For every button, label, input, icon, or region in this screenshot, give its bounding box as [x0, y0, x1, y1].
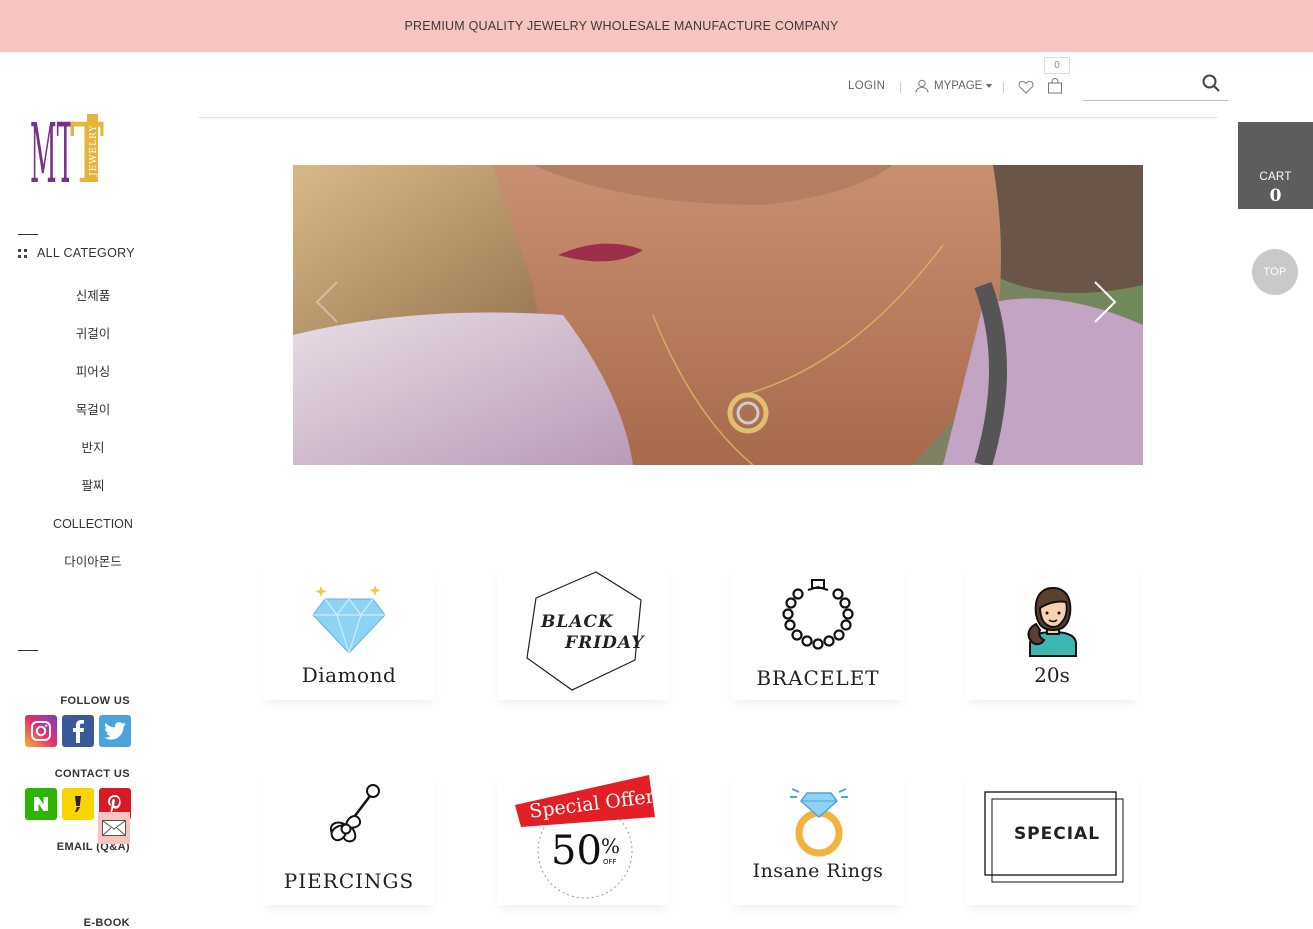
special-offer-icon: Special Offer 50 % OFF: [515, 775, 655, 899]
shopping-bag-icon[interactable]: [1047, 78, 1063, 94]
tile-special[interactable]: SPECIAL: [966, 771, 1138, 905]
login-link[interactable]: LOGIN: [848, 80, 885, 92]
tile-special-offer[interactable]: Special Offer 50 % OFF: [497, 771, 669, 905]
tile-black-friday-line1: BLACK: [541, 612, 614, 632]
tile-20s-label: 20s: [1034, 663, 1070, 687]
category-item-ring[interactable]: 반지: [0, 429, 186, 467]
diamond-icon: [312, 585, 386, 655]
tile-special-label: SPECIAL: [1013, 824, 1101, 844]
tile-black-friday[interactable]: BLACK FRIDAY: [497, 566, 669, 700]
hero-banner-image[interactable]: [293, 165, 1143, 465]
facebook-icon[interactable]: [62, 715, 94, 747]
category-list: 신제품 귀걸이 피어싱 목걸이 반지 팔찌 COLLECTION 다이아몬드: [0, 277, 186, 581]
follow-icons: [25, 715, 131, 747]
header-divider: [198, 117, 1218, 118]
next-arrow-icon[interactable]: [1093, 280, 1117, 324]
ebook-label[interactable]: E-BOOK: [0, 917, 130, 929]
category-item-new[interactable]: 신제품: [0, 277, 186, 315]
mt-jewelry-logo[interactable]: MT T JEWELRY: [30, 110, 114, 186]
tile-piercings[interactable]: PIERCINGS: [263, 771, 435, 905]
bag-count-badge: 0: [1044, 57, 1070, 74]
banner-photo: [293, 165, 1143, 465]
follow-us-label: FOLLOW US: [60, 695, 130, 707]
logo-side-text: JEWELRY: [89, 125, 99, 177]
category-item-earrings[interactable]: 귀걸이: [0, 315, 186, 353]
ring-icon: [790, 788, 848, 857]
cart-count: 0: [1269, 186, 1282, 206]
kakao-icon[interactable]: [62, 788, 94, 820]
announcement-text: PREMIUM QUALITY JEWELRY WHOLESALE MANUFA…: [404, 19, 839, 33]
woman-avatar-icon: [1027, 586, 1077, 657]
cart-label: CART: [1259, 171, 1292, 183]
search-icon[interactable]: [1202, 74, 1220, 92]
caret-down-icon: [986, 84, 993, 88]
prev-arrow-icon[interactable]: [315, 280, 339, 324]
category-item-piercing[interactable]: 피어싱: [0, 353, 186, 391]
announcement-bar: PREMIUM QUALITY JEWELRY WHOLESALE MANUFA…: [0, 0, 1313, 52]
user-icon: [915, 79, 929, 93]
mail-icon: [102, 820, 126, 836]
heart-icon[interactable]: [1018, 80, 1034, 94]
tile-20s[interactable]: 20s: [966, 566, 1138, 700]
sidebar: MT T JEWELRY ALL CATEGORY 신제품 귀걸이 피어싱 목걸…: [0, 52, 180, 929]
tile-diamond[interactable]: Diamond: [263, 566, 435, 700]
category-item-diamond[interactable]: 다이아몬드: [0, 543, 186, 581]
piercing-icon: [330, 784, 380, 843]
logo-letter-m: MT: [30, 110, 74, 186]
mypage-label: MYPAGE: [934, 80, 983, 92]
scroll-top-button[interactable]: TOP: [1252, 249, 1298, 295]
tile-insane-rings-label: Insane Rings: [752, 860, 884, 882]
instagram-icon[interactable]: [25, 715, 57, 747]
special-offer-percent: 50: [551, 828, 602, 874]
email-button[interactable]: [98, 812, 130, 844]
special-offer-pct-sign: %: [601, 834, 620, 858]
divider: [18, 234, 38, 235]
divider: [18, 650, 38, 651]
category-item-collection[interactable]: COLLECTION: [0, 505, 186, 543]
tile-piercings-label: PIERCINGS: [283, 869, 415, 893]
special-offer-off: OFF: [603, 858, 617, 866]
search-input[interactable]: [1083, 68, 1197, 98]
search-box: [1083, 68, 1228, 101]
cart-float-button[interactable]: CART 0: [1238, 122, 1313, 209]
all-category-label: ALL CATEGORY: [37, 246, 135, 260]
nav-separator: [1003, 82, 1004, 93]
category-item-bracelet[interactable]: 팔찌: [0, 467, 186, 505]
top-label: TOP: [1263, 266, 1287, 278]
all-category-button[interactable]: ALL CATEGORY: [18, 246, 135, 260]
contact-us-label: CONTACT US: [54, 768, 130, 780]
tile-black-friday-line2: FRIDAY: [565, 633, 645, 653]
grid-icon: [18, 248, 27, 258]
tile-diamond-label: Diamond: [301, 663, 397, 687]
mypage-menu[interactable]: MYPAGE: [915, 79, 993, 93]
twitter-icon[interactable]: [99, 715, 131, 747]
naver-icon[interactable]: [25, 788, 57, 820]
tile-bracelet-label: BRACELET: [756, 666, 880, 690]
tile-bracelet[interactable]: BRACELET: [732, 566, 904, 700]
nav-separator: [900, 82, 901, 93]
category-item-necklace[interactable]: 목걸이: [0, 391, 186, 429]
tile-insane-rings[interactable]: Insane Rings: [732, 771, 904, 905]
bracelet-icon: [782, 579, 854, 650]
